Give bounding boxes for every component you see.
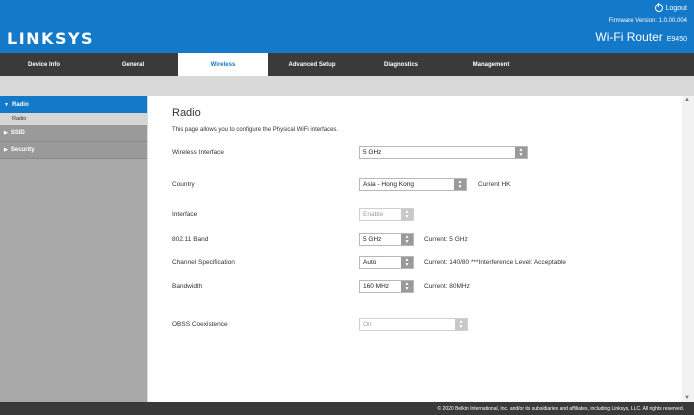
sidebar-subitem-radio[interactable]: Radio	[0, 113, 147, 125]
band-label: 802.11 Band	[172, 236, 209, 243]
power-icon	[654, 3, 663, 12]
main-content: Radio This page allows you to configure …	[148, 96, 682, 402]
channel-label: Channel Specification	[172, 259, 235, 266]
main-nav: Device Info General Wireless Advanced Se…	[0, 53, 694, 76]
tab-general[interactable]: General	[88, 53, 178, 76]
bandwidth-select[interactable]: 160 MHz ▲ ▼	[359, 280, 414, 293]
select-value: Asia - Hong Kong	[363, 181, 414, 188]
chevron-down-icon: ▲ ▼	[401, 209, 413, 220]
vertical-scrollbar[interactable]: ▲ ▼	[682, 96, 694, 402]
sidebar-item-label: Radio	[11, 101, 29, 108]
sidebar: ▼ Radio Radio ▶ SSID ▶ Security	[0, 96, 147, 402]
country-select[interactable]: Asia - Hong Kong ▲ ▼	[359, 178, 467, 191]
sidebar-item-radio[interactable]: ▼ Radio	[0, 96, 147, 113]
sidebar-item-label: SSID	[10, 130, 25, 136]
triangle-right-icon: ▶	[4, 130, 8, 136]
sidebar-item-ssid[interactable]: ▶ SSID	[0, 125, 147, 142]
band-select[interactable]: 5 GHz ▲ ▼	[359, 233, 414, 246]
scroll-up-icon[interactable]: ▲	[684, 97, 690, 103]
interface-label: Interface	[172, 211, 198, 218]
select-value: 5 GHz	[363, 236, 382, 243]
obss-select[interactable]: On ▲ ▼	[359, 318, 468, 331]
sidebar-item-security[interactable]: ▶ Security	[0, 142, 147, 159]
copyright-text: © 2020 Belkin International, Inc. and/or…	[437, 405, 684, 412]
footer: © 2020 Belkin International, Inc. and/or…	[0, 402, 694, 415]
obss-label: OBSS Coexistence	[172, 321, 228, 328]
chevron-down-icon: ▲ ▼	[401, 281, 413, 292]
band-current: Current: 5 GHz	[424, 236, 468, 243]
chevron-down-icon: ▲ ▼	[401, 257, 413, 268]
channel-select[interactable]: Auto ▲ ▼	[359, 256, 414, 269]
bandwidth-current: Current: 80MHz	[424, 283, 470, 290]
chevron-down-icon: ▲ ▼	[454, 179, 466, 190]
watermark: unwire.hk	[598, 373, 682, 393]
page-description: This page allows you to configure the Ph…	[172, 127, 339, 133]
country-current: Current HK	[478, 181, 511, 188]
linksys-logo: LINKSYS	[7, 29, 95, 48]
chevron-down-icon: ▲ ▼	[455, 319, 467, 330]
triangle-down-icon: ▼	[4, 101, 9, 108]
channel-current: Current: 140/80 ***Interference Level: A…	[424, 259, 567, 266]
app-header: LINKSYS Logout Firmware Version: 1.0.00.…	[0, 0, 694, 53]
wireless-interface-label: Wireless Interface	[172, 149, 225, 156]
country-label: Country	[172, 181, 195, 188]
select-value: Enable	[363, 211, 384, 218]
tab-management[interactable]: Management	[446, 53, 536, 76]
select-value: Auto	[363, 259, 377, 266]
tab-diagnostics[interactable]: Diagnostics	[356, 53, 446, 76]
chevron-down-icon: ▲ ▼	[515, 147, 527, 158]
tab-device-info[interactable]: Device Info	[0, 53, 88, 76]
model-number: E9450	[666, 36, 687, 43]
product-label: Wi-Fi Router	[595, 30, 663, 44]
logout-link[interactable]: Logout	[654, 3, 687, 12]
interface-select[interactable]: Enable ▲ ▼	[359, 208, 414, 221]
product-name: Wi-Fi Router E9450	[595, 30, 687, 44]
tab-wireless[interactable]: Wireless	[178, 53, 268, 76]
chevron-down-icon: ▲ ▼	[401, 234, 413, 245]
scroll-down-icon[interactable]: ▼	[684, 395, 690, 401]
bandwidth-label: Bandwidth	[172, 283, 203, 290]
tab-advanced-setup[interactable]: Advanced Setup	[268, 53, 356, 76]
wireless-interface-select[interactable]: 5 GHz ▲ ▼	[359, 146, 528, 159]
sidebar-item-label: Security	[10, 147, 35, 153]
select-value: 160 MHz	[363, 283, 390, 290]
triangle-right-icon: ▶	[4, 147, 8, 153]
select-value: 5 GHz	[363, 149, 382, 156]
firmware-version: Firmware Version: 1.0.00.004	[608, 18, 687, 24]
select-value: On	[363, 321, 372, 328]
page-title: Radio	[172, 107, 201, 119]
logout-label: Logout	[665, 4, 687, 12]
